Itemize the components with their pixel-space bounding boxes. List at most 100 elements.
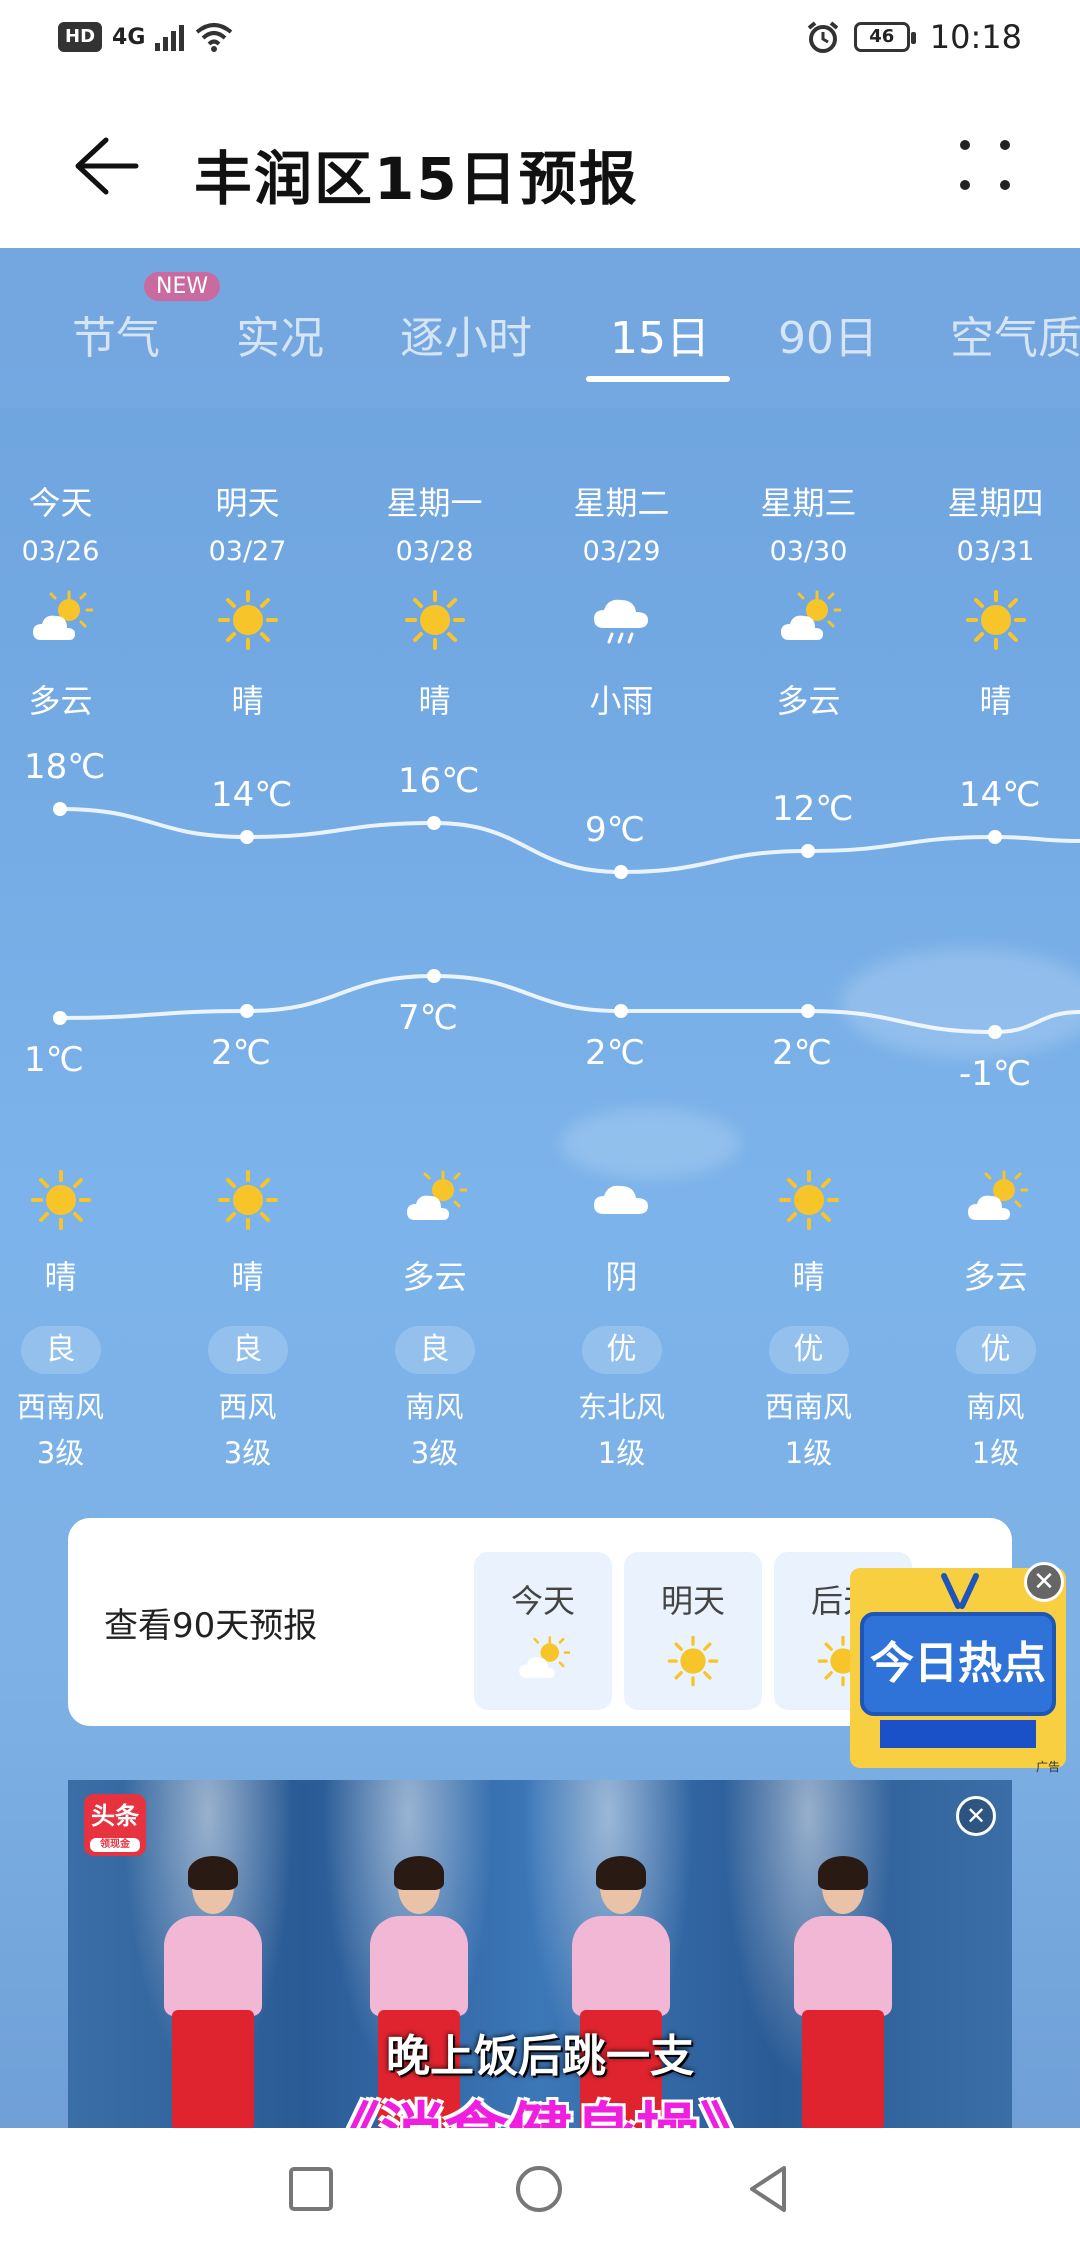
night-condition: 晴	[231, 1258, 264, 1296]
video-ad-banner[interactable]: 头条领现金 ✕ 晚上饭后跳一支 《消食健身操》	[68, 1780, 1012, 2128]
night-condition: 晴	[44, 1258, 77, 1296]
partly-cloudy-icon	[403, 1168, 467, 1232]
sun-icon	[403, 588, 467, 652]
aqi-badge: 良	[20, 1326, 101, 1374]
wind-level: 1级	[597, 1436, 646, 1470]
low-temp-label: -1℃	[959, 1054, 1032, 1094]
low-temp-curve	[59, 973, 1080, 1035]
alarm-icon	[807, 21, 839, 53]
day-date: 03/30	[769, 536, 848, 567]
wind-level: 3级	[36, 1436, 85, 1470]
hd-icon: HD	[58, 22, 103, 52]
high-temp-label: 14℃	[959, 775, 1041, 815]
night-condition: 晴	[792, 1258, 825, 1296]
day-date: 03/27	[208, 536, 287, 567]
sun-icon	[216, 1168, 280, 1232]
low-temp-point	[427, 969, 441, 983]
wind-direction: 南风	[966, 1390, 1025, 1424]
more-options-icon[interactable]	[960, 140, 1010, 190]
high-temp-point	[988, 830, 1002, 844]
day-condition: 晴	[418, 682, 451, 720]
high-temp-point	[427, 816, 441, 830]
day-name: 今天	[28, 484, 93, 522]
wind-direction: 东北风	[577, 1390, 665, 1424]
sun-icon	[29, 1168, 93, 1232]
back-arrow-icon[interactable]	[70, 134, 140, 198]
close-banner-icon[interactable]: ✕	[956, 1796, 996, 1836]
day-name: 星期二	[573, 484, 670, 522]
ninety-day-title: 查看90天预报	[104, 1606, 318, 1646]
aqi-badge: 良	[207, 1326, 288, 1374]
signal-icon	[155, 25, 185, 51]
day-condition: 晴	[979, 682, 1012, 720]
high-temp-point	[614, 865, 628, 879]
ad-tag: 广告	[1036, 1760, 1061, 1774]
ad-base	[880, 1720, 1036, 1748]
high-temp-point	[801, 844, 815, 858]
system-nav-bar	[0, 2128, 1080, 2244]
wind-direction: 西风	[218, 1390, 277, 1424]
sun-icon	[777, 1168, 841, 1232]
day-name: 星期四	[947, 484, 1044, 522]
night-condition: 阴	[605, 1258, 638, 1296]
high-temp-point	[240, 830, 254, 844]
day-condition: 多云	[776, 682, 841, 720]
high-temp-curve	[59, 807, 1080, 875]
day-condition: 晴	[231, 682, 264, 720]
low-temp-label: 2℃	[211, 1033, 271, 1073]
wind-direction: 南风	[405, 1390, 464, 1424]
forecast-panel[interactable]: 节气 NEW 实况 逐小时 15日 90日 空气质 今天 03/26 多云 晴 …	[0, 248, 1080, 2128]
aqi-badge: 优	[581, 1326, 662, 1374]
mini-day-tomorrow[interactable]: 明天	[624, 1552, 762, 1710]
low-temp-point	[801, 1004, 815, 1018]
day-name: 星期三	[760, 484, 857, 522]
day-name: 明天	[215, 484, 280, 522]
wind-direction: 西南风	[16, 1390, 104, 1424]
banner-caption: 晚上饭后跳一支	[386, 2031, 694, 2082]
banner-headline: 《消食健身操》	[68, 2082, 1012, 2128]
aqi-badge: 优	[768, 1326, 849, 1374]
partly-cloudy-icon	[516, 1634, 570, 1688]
status-left: HD 4G	[58, 22, 233, 52]
wind-level: 1级	[971, 1436, 1020, 1470]
day-condition: 小雨	[589, 682, 654, 720]
recent-apps-icon[interactable]	[286, 2164, 336, 2214]
mini-day-label: 明天	[660, 1582, 725, 1620]
low-temp-point	[53, 1011, 67, 1025]
low-temp-label: 2℃	[772, 1033, 832, 1073]
clock: 10:18	[929, 18, 1022, 56]
day-date: 03/31	[956, 536, 1035, 567]
low-temp-point	[988, 1025, 1002, 1039]
back-nav-icon[interactable]	[744, 2164, 794, 2214]
status-bar: HD 4G 46 10:18	[0, 0, 1080, 84]
low-temp-label: 2℃	[585, 1033, 645, 1073]
wifi-icon	[196, 23, 233, 52]
sun-icon	[666, 1634, 720, 1688]
sun-icon	[964, 588, 1028, 652]
low-temp-label: 1℃	[24, 1040, 84, 1080]
low-temp-point	[240, 1004, 254, 1018]
day-condition: 多云	[28, 682, 93, 720]
day-name: 星期一	[386, 484, 483, 522]
high-temp-label: 12℃	[772, 789, 854, 829]
aqi-badge: 良	[394, 1326, 475, 1374]
high-temp-point	[53, 802, 67, 816]
app-header: 丰润区15日预报	[0, 84, 1080, 248]
wind-direction: 西南风	[764, 1390, 852, 1424]
day-date: 03/29	[582, 536, 661, 567]
wind-level: 1级	[784, 1436, 833, 1470]
partly-cloudy-icon	[777, 588, 841, 652]
partly-cloudy-icon	[29, 588, 93, 652]
home-icon[interactable]	[514, 2164, 564, 2214]
night-condition: 多云	[402, 1258, 467, 1296]
status-right: 46 10:18	[806, 18, 1022, 56]
tv-antenna-icon	[941, 1573, 979, 1609]
partly-cloudy-icon	[964, 1168, 1028, 1232]
day-date: 03/28	[395, 536, 474, 567]
close-ad-icon[interactable]: ✕	[1024, 1562, 1064, 1602]
rain-icon	[590, 588, 654, 652]
mini-day-today[interactable]: 今天	[474, 1552, 612, 1710]
high-temp-label: 14℃	[211, 775, 293, 815]
ad-screen: 今日热点	[860, 1612, 1056, 1716]
high-temp-label: 16℃	[398, 761, 480, 801]
